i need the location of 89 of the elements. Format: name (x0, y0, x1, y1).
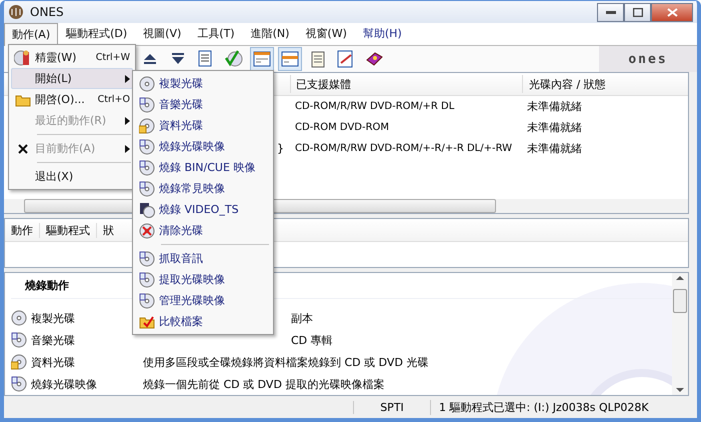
menu-item[interactable]: 清除光碟 (135, 220, 271, 241)
load-icon (171, 53, 185, 65)
folder-check-icon (139, 314, 155, 328)
scroll-down-icon[interactable] (676, 385, 684, 395)
table-cell-text: 未準備就緒 (526, 141, 582, 156)
disc-icon (139, 222, 155, 238)
menu-item[interactable]: 開啓(O)... Ctrl+O (11, 89, 133, 110)
submenu-arrow-icon (125, 144, 130, 152)
menu-title[interactable]: 視圖(V) (135, 22, 190, 46)
status-text: SPTI (353, 400, 430, 414)
menu-item[interactable]: 燒錄 VIDEO_TS (135, 199, 271, 220)
table-cell: } (277, 142, 284, 155)
table-cell-text: CD-ROM/R/RW DVD-ROM/+R DL (294, 101, 456, 112)
scrollbar-thumb[interactable] (673, 289, 687, 313)
menu-title[interactable]: 工具(T) (189, 22, 243, 46)
disc-icon (139, 250, 155, 266)
list-window-icon (253, 51, 271, 67)
action-link[interactable]: 燒錄光碟映像 (31, 376, 97, 392)
action-description: 使用多區段或全碟燒錄將資料檔案燒錄到 CD 或 DVD 光碟 (143, 354, 428, 370)
disc-icon (139, 76, 155, 92)
minimize-icon (606, 10, 616, 14)
column-header[interactable]: 驅動程式 (40, 222, 97, 238)
menu-item[interactable]: 音樂光碟 (135, 94, 271, 115)
menu-item[interactable]: 退出(X) (11, 166, 133, 187)
toolbar-button[interactable] (250, 47, 274, 71)
action-description: CD 專輯 (291, 332, 333, 348)
disc-icon (139, 138, 155, 154)
status-text: 1 驅動程式已選中: (I:) Jz0038s QLP028K (430, 400, 697, 414)
disc-icon (11, 354, 27, 370)
toolbar-button[interactable] (278, 47, 302, 71)
wizard-icon (14, 48, 32, 66)
close-button[interactable] (651, 2, 693, 22)
scroll-up-icon[interactable] (676, 273, 684, 283)
action-link[interactable]: 複製光碟 (31, 310, 75, 326)
menu-item[interactable]: 比較檔案 (135, 311, 271, 332)
action-link[interactable]: 音樂光碟 (31, 332, 75, 348)
disc-icon (11, 332, 27, 348)
menu-item[interactable]: 燒錄常見映像 (135, 178, 271, 199)
menu-title[interactable]: 進階(N) (242, 22, 298, 46)
edit-document-icon (337, 50, 355, 68)
table-cell-text: 未準備就緒 (526, 99, 582, 114)
menu-item[interactable]: 燒錄 BIN/CUE 映像 (135, 157, 271, 178)
notepad-icon (311, 50, 325, 68)
submenu-arrow-icon (125, 116, 130, 124)
action-link[interactable]: 資料光碟 (31, 354, 75, 370)
table-cell-text: CD-ROM/R/RW DVD-ROM/+-R/+-R DL/+-RW (294, 143, 514, 154)
list-window-icon (281, 51, 299, 67)
window-title: ONES (30, 5, 65, 19)
column-header[interactable]: 光碟內容 / 狀態 (523, 76, 606, 92)
app-logo-icon (8, 4, 24, 20)
document-icon (198, 50, 214, 68)
action-description: 燒錄一個先前從 CD 或 DVD 提取的光碟映像檔案 (143, 376, 384, 392)
close-icon (18, 144, 28, 154)
column-header[interactable]: 狀 (97, 222, 114, 238)
minimize-button[interactable] (597, 2, 624, 22)
table-cell-text: CD-ROM DVD-ROM (294, 122, 390, 133)
eject-icon (143, 53, 157, 65)
disc-icon (139, 96, 155, 112)
vertical-scrollbar[interactable] (672, 273, 688, 395)
menu-item[interactable]: 抓取音訊 (135, 248, 271, 269)
menu-item[interactable]: 資料光碟 (135, 115, 271, 136)
table-cell-text: 未準備就緒 (526, 120, 582, 135)
submenu-arrow-icon (125, 74, 130, 82)
menu-item[interactable]: 開始(L) (11, 68, 133, 89)
menu-title[interactable]: 動作(A) (4, 22, 58, 46)
disc-icon (139, 160, 155, 176)
disc-icon (139, 180, 155, 196)
disc-icon (11, 310, 27, 326)
menu-title[interactable]: 幫助(H) (354, 22, 410, 46)
column-header[interactable]: 動作 (5, 222, 40, 238)
menu-title[interactable]: 視窗(W) (297, 22, 355, 46)
folder-icon (15, 92, 31, 106)
disc-check-icon (224, 50, 244, 68)
menu-item[interactable]: 燒錄光碟映像 (135, 136, 271, 157)
maximize-icon (632, 8, 642, 16)
menu-item[interactable]: 複製光碟 (135, 73, 271, 94)
disc-icon (139, 292, 155, 308)
column-header[interactable]: 已支援媒體 (291, 76, 522, 92)
disc-icon (139, 272, 155, 288)
disc-icon (139, 118, 155, 134)
menu-title[interactable]: 驅動程式(D) (58, 22, 136, 46)
close-icon (666, 8, 678, 16)
menu-item[interactable]: 精靈(W) Ctrl+W (11, 47, 133, 68)
maximize-button[interactable] (624, 2, 651, 22)
disc-icon (11, 376, 27, 392)
film-disc-icon (139, 202, 155, 218)
brand-logo: ones (599, 46, 697, 72)
book-icon (365, 51, 383, 67)
action-description: 副本 (291, 310, 313, 326)
